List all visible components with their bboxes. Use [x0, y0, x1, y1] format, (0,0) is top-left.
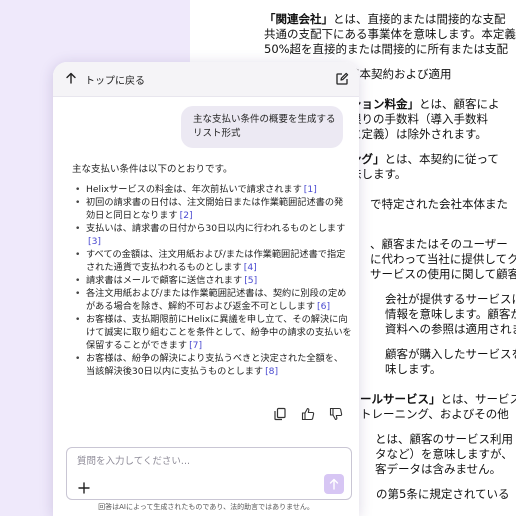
citation-link[interactable]: [7]: [189, 340, 202, 351]
document-text: 顧客が購入したサービスを: [385, 347, 516, 361]
list-item: すべての金額は、注文用紙および/または作業範囲記述書で指定された通貨で支払われる…: [72, 248, 352, 274]
list-item-text: 初回の請求書の日付は、注文開始日または作業範囲記述書の発効日と同日となります: [86, 197, 344, 221]
document-term: ールサービス」: [360, 392, 441, 406]
document-line: ング」とは、本契約に従って: [350, 152, 499, 167]
document-line: ション料金」とは、顧客によ: [350, 97, 500, 112]
document-text: 50%超を直接的または間接的に所有または支配: [264, 42, 509, 56]
document-line: サービスの使用に関して顧客: [370, 267, 516, 282]
list-item-text: お客様は、紛争の解決により支払うべきと決定された全額を、当該解決後30日以内に支…: [86, 353, 344, 377]
document-text: とは、サービス: [440, 392, 516, 406]
document-text: トレーニング、およびその他: [360, 407, 509, 421]
list-item-text: 請求書はメールで顧客に送信されます: [86, 275, 243, 286]
document-line: とは、顧客のサービス利用: [375, 432, 513, 447]
document-text: タなど）を意味しますが、: [375, 447, 513, 461]
send-button[interactable]: [324, 474, 344, 494]
copy-button[interactable]: [273, 406, 287, 421]
document-line: 50%超を直接的または間接的に所有または支配: [264, 42, 508, 57]
citation-link[interactable]: [8]: [265, 366, 278, 377]
citation-link[interactable]: [1]: [304, 184, 317, 195]
user-message-text: 主な支払い条件の概要を生成するリスト形式: [193, 114, 336, 139]
document-text: 資料への参照は適用されま: [385, 322, 516, 336]
arrow-up-icon: [329, 478, 339, 490]
list-item-text: すべての金額は、注文用紙および/または作業範囲記述書で指定された通貨で支払われる…: [86, 249, 346, 273]
list-item-text: Helixサービスの料金は、年次前払いで請求されます: [86, 184, 302, 195]
document-text: で特定された会社本体また: [370, 197, 508, 211]
document-line: 客データは含みません。: [375, 462, 501, 477]
document-line: に代わって当社に提供してク: [370, 252, 516, 267]
list-item-text: 支払いは、請求書の日付から30日以内に行われるものとします: [86, 223, 346, 234]
document-text: とは、直接的または間接的な支配: [333, 12, 506, 26]
document-text: とは、顧客によ: [419, 97, 500, 111]
list-item-text: 各注文用紙および/または作業範囲記述書は、契約に別段の定めがある場合を除き、解約…: [86, 288, 347, 312]
document-line: ールサービス」とは、サービス: [360, 392, 516, 407]
citation-link[interactable]: [6]: [317, 301, 330, 312]
document-text: 共通の支配下にある事業体を意味します。本定義: [264, 27, 516, 41]
list-item: Helixサービスの料金は、年次前払いで請求されます[1]: [72, 183, 352, 196]
back-to-top-button[interactable]: トップに戻る: [65, 70, 165, 88]
list-item-text: お客様は、支払期限前にHelixに異議を申し立て、その解決に向けて誠実に取り組む…: [86, 314, 352, 351]
document-line: タなど）を意味しますが、: [375, 447, 513, 462]
citation-link[interactable]: [3]: [88, 236, 101, 247]
document-text: とは、本契約に従って: [384, 152, 499, 166]
chat-panel: トップに戻る 主な支払い条件の概要を生成するリスト形式 主な支払い条件は以下のと…: [53, 62, 359, 516]
document-text: 、顧客またはそのユーザー: [370, 237, 508, 251]
document-line: 資料への参照は適用されま: [385, 322, 516, 337]
add-attachment-button[interactable]: [77, 480, 91, 494]
document-text: の第5条に規定されている: [376, 487, 510, 501]
document-term: ション料金」: [350, 97, 419, 111]
back-to-top-label: トップに戻る: [85, 76, 145, 87]
arrow-up-icon: [66, 72, 76, 84]
list-item: 初回の請求書の日付は、注文開始日または作業範囲記述書の発効日と同日となります[2…: [72, 196, 352, 222]
chat-header: トップに戻る: [53, 62, 359, 97]
answer-list: Helixサービスの料金は、年次前払いで請求されます[1]初回の請求書の日付は、…: [72, 183, 352, 378]
document-line: 、顧客またはそのユーザー: [370, 237, 508, 252]
list-item: 請求書はメールで顧客に送信されます[5]: [72, 274, 352, 287]
document-line: に定義）は除外されます。: [350, 127, 487, 142]
citation-link[interactable]: [2]: [180, 210, 193, 221]
thumbs-up-icon: [301, 407, 315, 421]
list-item: お客様は、支払期限前にHelixに異議を申し立て、その解決に向けて誠実に取り組む…: [72, 313, 352, 352]
document-line: 「関連会社」とは、直接的または間接的な支配: [264, 12, 506, 27]
document-text: に代わって当社に提供してク: [370, 252, 516, 266]
plus-icon: [78, 482, 90, 494]
dislike-button[interactable]: [329, 406, 343, 421]
question-input[interactable]: [77, 454, 317, 468]
thumbs-down-icon: [329, 407, 343, 421]
document-line: で特定された会社本体また: [370, 197, 508, 212]
document-line: 共通の支配下にある事業体を意味します。本定義: [264, 27, 516, 42]
new-chat-button[interactable]: [335, 71, 349, 85]
document-line: トレーニング、およびその他: [360, 407, 509, 422]
like-button[interactable]: [301, 406, 315, 421]
citation-link[interactable]: [5]: [244, 275, 257, 286]
document-line: 限りの手数料（導入手数料: [350, 112, 488, 127]
document-term: 「関連会社」: [264, 12, 333, 26]
edit-icon: [336, 72, 349, 85]
citation-link[interactable]: [4]: [244, 262, 257, 273]
document-text: サービスの使用に関して顧客: [370, 267, 516, 281]
document-text: とは、顧客のサービス利用: [375, 432, 513, 446]
document-line: 顧客が購入したサービスを: [385, 347, 516, 362]
list-item: お客様は、紛争の解決により支払うべきと決定された全額を、当該解決後30日以内に支…: [72, 352, 352, 378]
document-text: 情報を意味します。顧客が: [385, 307, 516, 321]
list-item: 支払いは、請求書の日付から30日以内に行われるものとします [3]: [72, 222, 352, 248]
document-text: 会社が提供するサービスに関: [385, 292, 516, 306]
document-text: 限りの手数料（導入手数料: [350, 112, 488, 126]
document-line: 情報を意味します。顧客が: [385, 307, 516, 322]
response-actions: [264, 406, 343, 422]
user-message-bubble: 主な支払い条件の概要を生成するリスト形式: [181, 106, 343, 148]
document-text: に定義）は除外されます。: [350, 127, 487, 141]
copy-icon: [274, 407, 286, 421]
document-line: 味します。: [385, 362, 441, 377]
ai-disclaimer: 回答はAIによって生成されたものであり、法的助言ではありません。: [98, 503, 314, 511]
document-text: 味します。: [385, 362, 442, 376]
document-line: 会社が提供するサービスに関: [385, 292, 516, 307]
message-composer: [66, 447, 352, 500]
list-item: 各注文用紙および/または作業範囲記述書は、契約に別段の定めがある場合を除き、解約…: [72, 287, 352, 313]
document-line: の第5条に規定されている: [376, 487, 509, 502]
answer-intro: 主な支払い条件は以下のとおりです。: [72, 164, 233, 175]
document-text: 客データは含みません。: [375, 462, 502, 476]
